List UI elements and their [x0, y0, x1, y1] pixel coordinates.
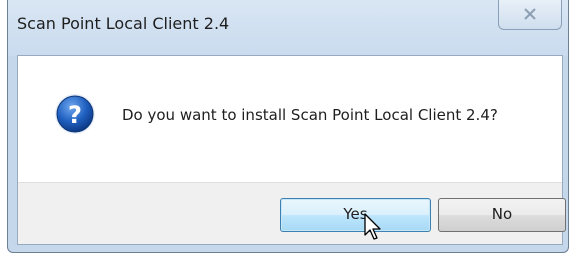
dialog-client: ? Do you want to install Scan Point Loca… [17, 55, 566, 245]
window-title: Scan Point Local Client 2.4 [17, 14, 230, 33]
question-icon: ? [55, 94, 95, 134]
no-button[interactable]: No [438, 198, 566, 232]
svg-text:?: ? [68, 101, 82, 129]
message-text: Do you want to install Scan Point Local … [122, 106, 498, 124]
title-bar[interactable]: Scan Point Local Client 2.4 [8, 0, 568, 56]
mouse-pointer-icon [364, 213, 381, 240]
yes-button[interactable]: Yes [280, 198, 431, 232]
close-icon [524, 8, 536, 20]
close-button[interactable] [498, 0, 562, 30]
message-area: ? Do you want to install Scan Point Loca… [18, 56, 562, 182]
dialog-window: Scan Point Local Client 2.4 ? Do you wan… [7, 0, 569, 253]
button-bar: Yes No [18, 182, 566, 244]
